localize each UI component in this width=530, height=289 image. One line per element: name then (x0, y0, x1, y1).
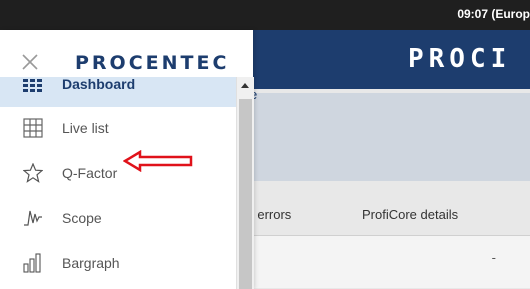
system-top-bar: 09:07 (Europ (0, 0, 530, 30)
menu-item-label: Live list (62, 120, 109, 136)
menu-item-live-list[interactable]: Live list (0, 107, 236, 152)
drawer-scrollbar[interactable] (236, 77, 254, 289)
header-brand: PROCI (408, 44, 512, 74)
live-list-grid-icon (23, 118, 43, 138)
row-value: - (491, 250, 496, 265)
info-card: e (240, 87, 530, 181)
dashboard-grid-icon (23, 79, 43, 99)
star-outline-icon (22, 162, 44, 183)
tab-proficore-details[interactable]: ProfiCore details (362, 207, 458, 222)
waveform-icon (23, 208, 43, 228)
scroll-up-icon[interactable] (241, 83, 249, 88)
menu-item-label: Scope (62, 210, 102, 226)
menu-item-label: Bargraph (62, 255, 120, 271)
menu-item-label: Q-Factor (62, 165, 118, 181)
menu-item-label: Dashboard (62, 77, 136, 92)
close-icon[interactable] (20, 52, 40, 72)
drawer-menu: Dashboard Live list Q-Factor Scope Bargr… (0, 77, 236, 289)
bargraph-icon (23, 253, 43, 273)
procentec-logo: PROCENTEC (75, 52, 230, 74)
menu-item-dashboard[interactable]: Dashboard (0, 77, 236, 107)
menu-item-q-factor[interactable]: Q-Factor (0, 152, 236, 197)
navigation-drawer: PROCENTEC Dashboard Live list Q-Factor S… (0, 30, 254, 289)
clock-text: 09:07 (Europ (457, 7, 530, 21)
menu-item-scope[interactable]: Scope (0, 197, 236, 242)
menu-item-bargraph[interactable]: Bargraph (0, 242, 236, 287)
table-row[interactable]: - (240, 235, 530, 288)
scrollbar-thumb[interactable] (239, 99, 252, 289)
red-arrow-annotation (123, 150, 193, 172)
